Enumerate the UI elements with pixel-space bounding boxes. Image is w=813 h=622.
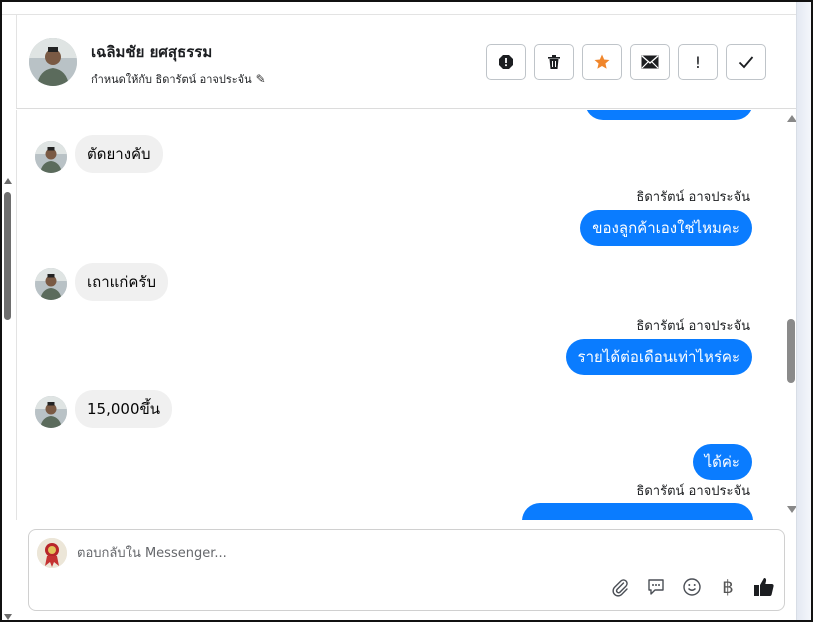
incoming-message[interactable]: ตัดยางคับ [75, 135, 163, 173]
sender-name: ธิดารัตน์ อาจประจัน [636, 484, 750, 499]
trash-icon [546, 54, 562, 70]
contact-name[interactable]: เฉลิมชัย ยศสุธรรม [91, 40, 212, 64]
header-actions: ! [486, 44, 766, 80]
contact-avatar-small[interactable] [35, 141, 67, 173]
reply-input[interactable] [77, 542, 637, 564]
outgoing-message-partial[interactable] [522, 503, 753, 520]
exclamation-icon: ! [694, 52, 702, 72]
sender-name: ธิดารัตน์ อาจประจัน [636, 190, 750, 205]
paperclip-icon[interactable] [609, 576, 631, 598]
star-button[interactable] [582, 44, 622, 80]
assigned-to-label: กำหนดให้กับ ธิดารัตน์ อาจประจัน [91, 73, 252, 86]
scroll-down-arrow-icon[interactable] [787, 506, 796, 513]
assignment-line[interactable]: กำหนดให้กับ ธิดารัตน์ อาจประจัน ✎ [91, 70, 266, 88]
reply-composer: ฿ [28, 529, 785, 611]
contact-avatar-small[interactable] [35, 396, 67, 428]
delete-button[interactable] [534, 44, 574, 80]
thread-scrollbar[interactable] [785, 110, 796, 520]
outgoing-message[interactable]: ของลูกค้าเองใช่ไหมคะ [580, 210, 752, 246]
outgoing-message[interactable]: ได้ค่ะ [692, 444, 752, 480]
baht-icon[interactable]: ฿ [717, 576, 739, 598]
check-icon [738, 55, 754, 69]
incoming-message[interactable]: เถาแก่ครับ [75, 263, 168, 301]
thumbs-up-icon[interactable] [753, 576, 775, 598]
scroll-up-arrow-icon[interactable] [4, 178, 12, 184]
sender-name: ธิดารัตน์ อาจประจัน [636, 319, 750, 334]
mark-unread-button[interactable] [630, 44, 670, 80]
scroll-down-arrow-icon[interactable] [4, 614, 12, 620]
envelope-icon [641, 55, 659, 69]
outgoing-message[interactable]: รายได้ต่อเดือนเท่าไหร่คะ [565, 339, 752, 375]
scrollbar-thumb[interactable] [4, 192, 11, 320]
message-thread[interactable]: ตัดยางคับ ธิดารัตน์ อาจประจัน ของลูกค้าเ… [16, 110, 796, 520]
emoji-icon[interactable] [681, 576, 703, 598]
spam-icon [498, 54, 514, 70]
thread-scrollbar-thumb[interactable] [787, 319, 795, 383]
outgoing-message-partial[interactable] [585, 110, 753, 120]
page-scrollbar[interactable] [3, 178, 12, 620]
scroll-up-arrow-icon[interactable] [787, 115, 796, 122]
follow-up-button[interactable]: ! [678, 44, 718, 80]
window-edge [796, 2, 811, 620]
conversation-header: เฉลิมชัย ยศสุธรรม กำหนดให้กับ ธิดารัตน์ … [16, 15, 796, 109]
mark-done-button[interactable] [726, 44, 766, 80]
mark-spam-button[interactable] [486, 44, 526, 80]
contact-avatar-small[interactable] [35, 268, 67, 300]
contact-avatar[interactable] [29, 38, 77, 86]
page-avatar [37, 538, 67, 568]
star-icon [593, 53, 611, 71]
chat-bubble-icon[interactable] [645, 576, 667, 598]
incoming-message[interactable]: 15,000ขึ้น [75, 390, 172, 428]
composer-tools: ฿ [609, 576, 775, 598]
pencil-icon[interactable]: ✎ [256, 72, 266, 86]
